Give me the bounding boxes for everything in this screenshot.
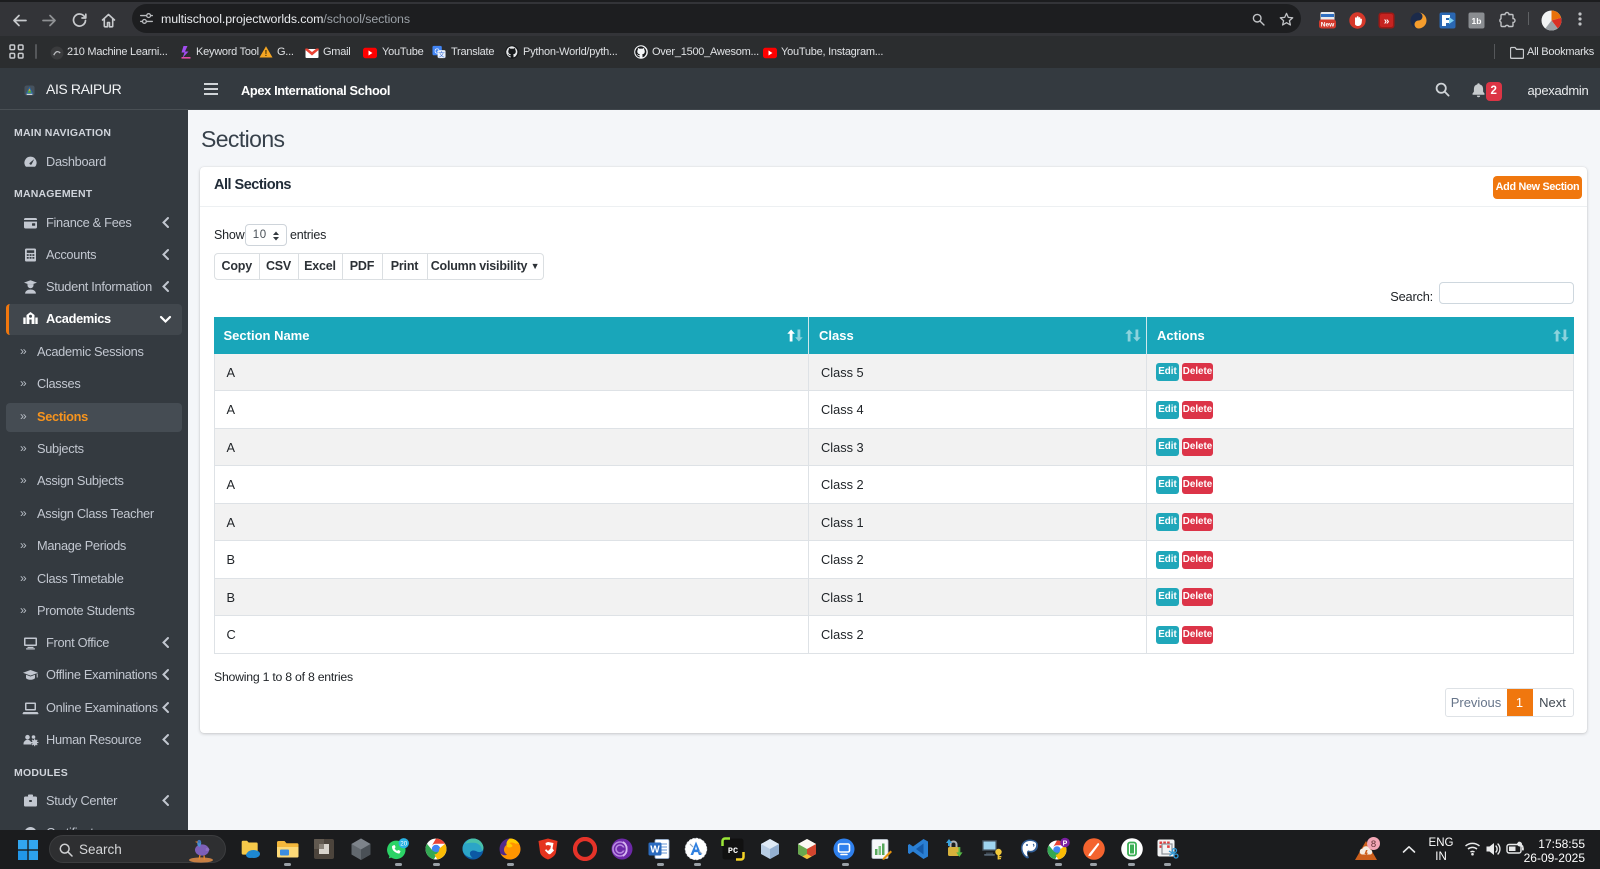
svg-text:W: W bbox=[650, 845, 660, 856]
svg-text:20: 20 bbox=[400, 841, 407, 848]
svg-text:PC: PC bbox=[727, 846, 737, 856]
svg-text:New: New bbox=[1321, 22, 1335, 29]
svg-text:1b: 1b bbox=[1472, 16, 1482, 26]
svg-text:文: 文 bbox=[438, 49, 445, 58]
svg-text:8: 8 bbox=[1371, 839, 1376, 850]
svg-text:!: ! bbox=[265, 49, 268, 58]
svg-text:P: P bbox=[1063, 840, 1068, 847]
svg-text:»: » bbox=[1384, 16, 1390, 27]
